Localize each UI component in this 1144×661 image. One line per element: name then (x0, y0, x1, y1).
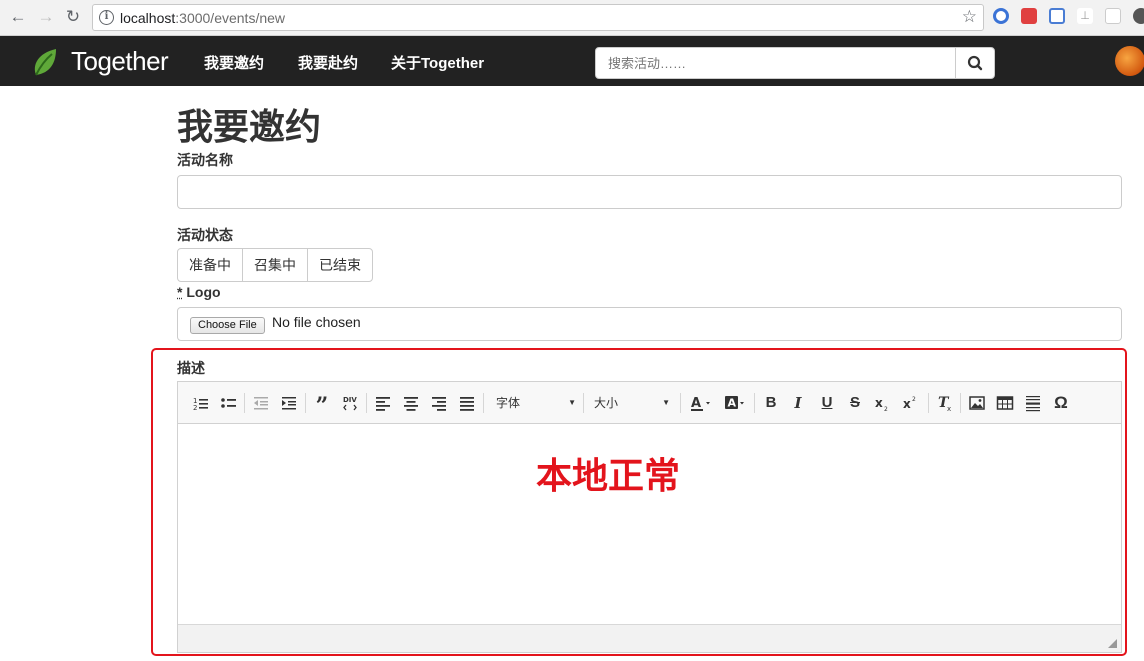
logo-file-input: Choose File No file chosen (177, 307, 1122, 341)
text-color-icon[interactable]: A (688, 393, 714, 413)
search-icon (967, 55, 983, 71)
search-button[interactable] (955, 47, 995, 79)
url-host: localhost (120, 10, 176, 26)
background-color-icon[interactable]: A (722, 393, 748, 413)
info-icon[interactable]: i (99, 10, 114, 25)
event-name-input[interactable] (177, 175, 1122, 209)
svg-text:x: x (875, 396, 883, 410)
back-arrow-icon[interactable]: ← (7, 6, 29, 28)
address-bar[interactable]: i localhost:3000/events/new ☆ (92, 4, 984, 31)
align-left-icon[interactable] (372, 393, 394, 413)
toolbar-separator (305, 393, 306, 413)
extension-dark-icon[interactable] (1133, 8, 1144, 24)
font-size-combo[interactable]: 大小 ▼ (594, 393, 670, 413)
annotation-text: 本地正常 (536, 455, 681, 496)
horizontal-line-icon[interactable] (1022, 393, 1044, 413)
user-avatar[interactable] (1115, 46, 1144, 76)
toolbar-separator (928, 393, 929, 413)
url-path: :3000/events/new (175, 10, 286, 26)
bold-icon[interactable]: B (760, 393, 782, 413)
toolbar-separator (244, 393, 245, 413)
font-family-combo[interactable]: 字体 ▼ (496, 393, 576, 413)
extension-note-icon[interactable] (1105, 8, 1121, 24)
extension-circle-icon[interactable] (993, 8, 1009, 24)
font-family-label: 字体 (496, 396, 521, 410)
svg-text:x: x (903, 397, 911, 411)
indent-icon[interactable] (278, 393, 300, 413)
dropdown-arrow-icon: ▼ (568, 398, 576, 407)
url-text[interactable]: localhost:3000/events/new (120, 10, 285, 26)
resize-grip-icon[interactable] (1108, 639, 1117, 648)
align-center-icon[interactable] (400, 393, 422, 413)
editor-toolbar: 12 ” DIV 字体 ▼ 大小 ▼ A A B I U S x2 x2 Tx Ω (178, 382, 1121, 424)
blockquote-icon[interactable]: ” (311, 393, 333, 419)
no-file-text: No file chosen (272, 314, 361, 330)
event-name-label: 活动名称 (177, 152, 233, 168)
bookmark-star-icon[interactable]: ☆ (962, 7, 977, 27)
underline-icon[interactable]: U (816, 393, 838, 413)
required-mark: * (177, 284, 183, 300)
editor-status-bar (178, 624, 1121, 652)
numbered-list-icon[interactable]: 12 (190, 393, 212, 413)
svg-text:2: 2 (193, 404, 197, 412)
toolbar-separator (680, 393, 681, 413)
justify-icon[interactable] (456, 393, 478, 413)
outdent-icon[interactable] (250, 393, 272, 413)
nav-link-attend[interactable]: 我要赴约 (298, 52, 358, 73)
table-icon[interactable] (994, 393, 1016, 413)
toolbar-separator (960, 393, 961, 413)
svg-text:DIV: DIV (343, 396, 357, 404)
status-recruiting-button[interactable]: 召集中 (242, 248, 308, 282)
status-ended-button[interactable]: 已结束 (307, 248, 373, 282)
event-status-label: 活动状态 (177, 227, 233, 243)
nav-link-invite[interactable]: 我要邀约 (204, 52, 264, 73)
rich-text-editor: 12 ” DIV 字体 ▼ 大小 ▼ A A B I U S x2 x2 Tx Ω (177, 381, 1122, 653)
leaf-logo-icon[interactable] (30, 45, 60, 79)
toolbar-separator (754, 393, 755, 413)
logo-label-text: Logo (186, 284, 221, 300)
align-right-icon[interactable] (428, 393, 450, 413)
browser-toolbar: ← → ↻ i localhost:3000/events/new ☆ ⊥ (0, 0, 1144, 36)
search-form (595, 47, 995, 79)
create-div-icon[interactable]: DIV (339, 393, 361, 413)
font-size-label: 大小 (594, 396, 619, 410)
brand-name[interactable]: Together (71, 46, 169, 77)
site-navbar: Together 我要邀约 我要赴约 关于Together (0, 36, 1144, 86)
search-input[interactable] (595, 47, 956, 79)
logo-label: * Logo (177, 284, 221, 300)
subscript-icon[interactable]: x2 (872, 393, 894, 413)
extension-window-icon[interactable] (1049, 8, 1065, 24)
special-character-icon[interactable]: Ω (1050, 393, 1072, 413)
remove-format-icon[interactable]: Tx (934, 393, 956, 413)
status-preparing-button[interactable]: 准备中 (177, 248, 243, 282)
toolbar-separator (483, 393, 484, 413)
description-label: 描述 (177, 360, 205, 376)
dropdown-arrow-icon: ▼ (662, 398, 670, 407)
extension-red-icon[interactable] (1021, 8, 1037, 24)
toolbar-separator (366, 393, 367, 413)
svg-text:x: x (947, 405, 951, 413)
extension-tree-icon[interactable]: ⊥ (1077, 8, 1093, 24)
superscript-icon[interactable]: x2 (900, 393, 922, 413)
forward-arrow-icon[interactable]: → (35, 6, 57, 28)
toolbar-separator (583, 393, 584, 413)
nav-link-about[interactable]: 关于Together (391, 52, 484, 73)
italic-icon[interactable]: I (787, 393, 809, 413)
bullet-list-icon[interactable] (218, 393, 240, 413)
svg-text:2: 2 (884, 406, 888, 413)
image-icon[interactable] (966, 393, 988, 413)
strikethrough-icon[interactable]: S (844, 393, 866, 413)
page-title: 我要邀约 (177, 106, 322, 147)
reload-icon[interactable]: ↻ (62, 6, 84, 28)
svg-text:A: A (691, 396, 701, 411)
choose-file-button[interactable]: Choose File (190, 317, 265, 334)
svg-text:A: A (728, 397, 737, 410)
svg-text:2: 2 (912, 396, 916, 403)
event-status-group: 准备中 召集中 已结束 (177, 248, 373, 282)
